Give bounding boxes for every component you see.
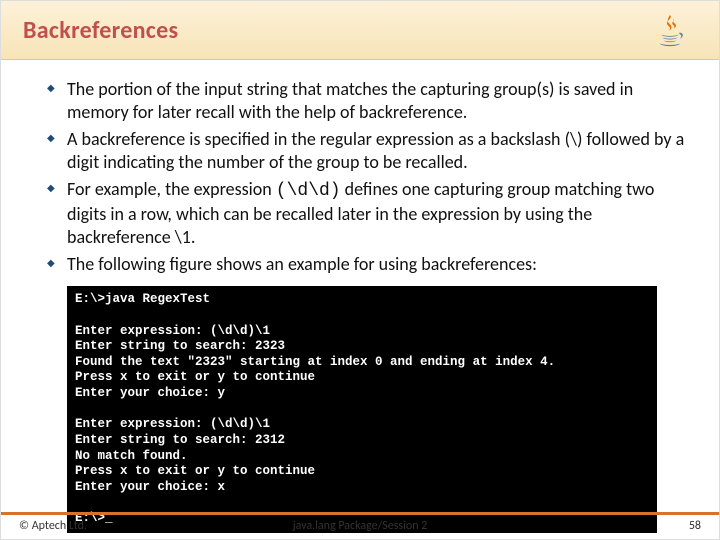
- footer: © Aptech Ltd. java.lang Package/Session …: [1, 512, 719, 539]
- bullet-text: A backreference is specified in the regu…: [67, 128, 684, 173]
- bullet-item: The portion of the input string that mat…: [15, 78, 691, 124]
- slide-title: Backreferences: [23, 16, 178, 45]
- terminal-line: Enter your choice: x: [75, 480, 225, 494]
- terminal-line: Press x to exit or y to continue: [75, 370, 315, 384]
- slide-body: The portion of the input string that mat…: [1, 60, 719, 539]
- terminal-line: Press x to exit or y to continue: [75, 464, 315, 478]
- slide: Backreferences The portion of the input …: [0, 0, 720, 540]
- java-logo-icon: [647, 11, 693, 49]
- page-number: 58: [689, 519, 701, 533]
- bullet-text: The portion of the input string that mat…: [67, 78, 633, 123]
- footer-center: java.lang Package/Session 2: [293, 519, 428, 533]
- terminal-line: E:\>java RegexTest: [75, 292, 210, 306]
- terminal-line: Enter your choice: y: [75, 386, 225, 400]
- title-bar: Backreferences: [1, 1, 719, 60]
- terminal-line: Enter expression: (\d\d)\1: [75, 417, 270, 431]
- terminal-line: Enter string to search: 2323: [75, 339, 285, 353]
- bullet-text: The following figure shows an example fo…: [67, 253, 537, 275]
- bullet-item: A backreference is specified in the regu…: [15, 128, 691, 174]
- terminal-line: No match found.: [75, 449, 188, 463]
- bullet-item: For example, the expression (\d\d) defin…: [15, 178, 691, 249]
- terminal-line: Found the text "2323" starting at index …: [75, 355, 555, 369]
- terminal-line: Enter expression: (\d\d)\1: [75, 324, 270, 338]
- bullet-item: The following figure shows an example fo…: [15, 253, 691, 276]
- terminal-output: E:\>java RegexTest Enter expression: (\d…: [67, 286, 657, 532]
- bullet-list: The portion of the input string that mat…: [15, 78, 691, 276]
- bullet-text-pre: For example, the expression: [67, 178, 276, 200]
- inline-code: (\d\d): [276, 181, 341, 201]
- footer-left: © Aptech Ltd.: [19, 519, 87, 533]
- terminal-line: Enter string to search: 2312: [75, 433, 285, 447]
